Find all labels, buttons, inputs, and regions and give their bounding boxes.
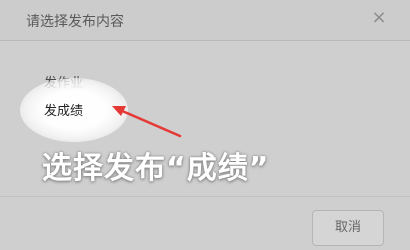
footer-divider [0, 196, 410, 197]
dialog-header: 请选择发布内容 × [0, 0, 410, 41]
annotation-caption: 选择发布“成绩” [42, 151, 270, 186]
close-icon[interactable]: × [369, 8, 389, 28]
cancel-button[interactable]: 取消 [312, 210, 384, 246]
dialog-title: 请选择发布内容 [26, 14, 124, 30]
option-publish-grades[interactable]: 发成绩 [44, 100, 83, 119]
publish-content-dialog: 请选择发布内容 × 发作业 发成绩 选择发布“成绩” 取消 [0, 0, 410, 250]
annotation-arrow-icon [112, 106, 182, 138]
